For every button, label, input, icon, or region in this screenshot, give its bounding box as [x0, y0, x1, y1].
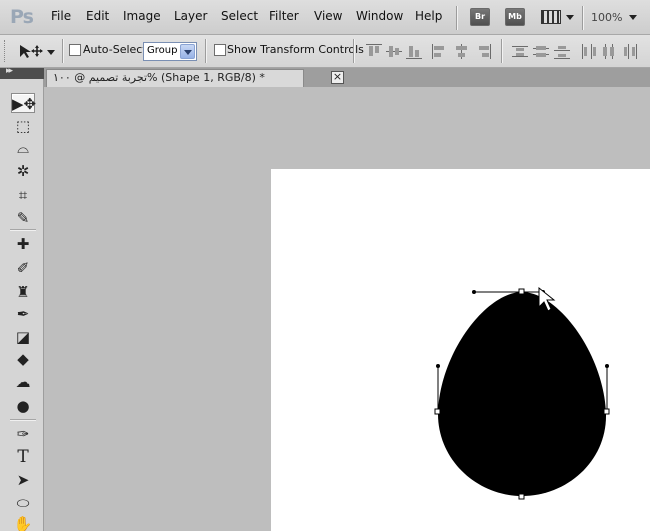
document-canvas[interactable]: [271, 169, 650, 531]
menu-window[interactable]: Window: [356, 9, 403, 23]
path-selection-tool-icon[interactable]: ➤: [11, 470, 35, 490]
paint-bucket-tool-icon[interactable]: ◆: [11, 349, 35, 369]
dodge-tool-icon[interactable]: ●: [11, 396, 35, 416]
tool-preset-picker[interactable]: [16, 41, 58, 61]
lasso-tool-icon[interactable]: ⌓: [11, 138, 35, 158]
align-vertical-centers-icon[interactable]: [386, 44, 402, 59]
eraser-tool-icon[interactable]: ◪: [11, 327, 35, 347]
auto-select-target-select[interactable]: Group: [143, 42, 197, 61]
distribute-top-icon[interactable]: [512, 44, 528, 59]
menu-layer[interactable]: Layer: [174, 9, 207, 23]
auto-select-target-value: Group: [147, 45, 178, 56]
distribute-right-icon[interactable]: [622, 44, 638, 59]
marquee-tool-icon[interactable]: ⬚: [11, 116, 35, 136]
move-tool-icon: [20, 45, 43, 58]
auto-select-label: Auto-Select:: [83, 43, 151, 56]
document-tab-bar: تجربة تصميم @ ١٠٠% (Shape 1, RGB/8) * ×: [44, 68, 650, 87]
align-top-icon[interactable]: [366, 44, 382, 59]
view-extras-dropdown-icon[interactable]: [566, 15, 574, 20]
zoom-level[interactable]: 100%: [591, 11, 622, 24]
blur-tool-icon[interactable]: ☁: [11, 372, 35, 392]
distribute-left-icon[interactable]: [580, 44, 596, 59]
distribute-bottom-icon[interactable]: [554, 44, 570, 59]
options-bar: Auto-Select: Group Show Transform Contro…: [0, 35, 650, 68]
options-separator: [205, 39, 206, 63]
tools-panel: ▸▸ ▶✥ ⬚ ⌓ ✲ ⌗ ✎ ✚ ✐ ♜ ✒ ◪ ◆ ☁ ● ✑ T ➤ ⬭ …: [0, 66, 44, 531]
menu-view[interactable]: View: [314, 9, 342, 23]
healing-brush-tool-icon[interactable]: ✚: [11, 234, 35, 254]
select-dropdown-icon[interactable]: [180, 44, 195, 59]
align-left-icon[interactable]: [432, 44, 448, 59]
brush-tool-icon[interactable]: ✐: [11, 258, 35, 278]
menu-bar: Ps File Edit Image Layer Select Filter V…: [0, 0, 650, 35]
crop-tool-icon[interactable]: ⌗: [11, 185, 35, 205]
menu-file[interactable]: File: [51, 9, 71, 23]
hand-tool-icon[interactable]: ✋: [11, 514, 35, 531]
pen-tool-icon[interactable]: ✑: [11, 424, 35, 444]
ellipse-tool-icon[interactable]: ⬭: [11, 493, 35, 513]
eyedropper-tool-icon[interactable]: ✎: [11, 208, 35, 228]
align-right-icon[interactable]: [476, 44, 492, 59]
move-tool-icon[interactable]: ▶✥: [11, 93, 36, 113]
options-separator: [353, 39, 354, 63]
options-separator: [62, 39, 63, 63]
auto-select-checkbox[interactable]: [69, 44, 81, 56]
photoshop-logo: Ps: [10, 6, 34, 28]
mini-bridge-button[interactable]: Mb: [505, 8, 525, 26]
menu-edit[interactable]: Edit: [86, 9, 109, 23]
collapse-panel-icon[interactable]: ▸▸: [6, 66, 13, 76]
menu-filter[interactable]: Filter: [269, 9, 299, 23]
options-separator: [501, 39, 502, 63]
show-transform-label: Show Transform Controls: [227, 43, 364, 56]
preset-dropdown-icon[interactable]: [47, 50, 55, 55]
menu-separator: [582, 6, 583, 30]
zoom-dropdown-icon[interactable]: [629, 15, 637, 20]
menu-separator: [456, 6, 457, 30]
menu-image[interactable]: Image: [123, 9, 161, 23]
close-document-icon[interactable]: ×: [331, 71, 344, 84]
align-horizontal-centers-icon[interactable]: [454, 44, 470, 59]
clone-stamp-tool-icon[interactable]: ♜: [11, 282, 35, 302]
view-extras-icon[interactable]: [541, 10, 561, 24]
distribute-horizontal-centers-icon[interactable]: [601, 44, 617, 59]
tools-separator: [10, 229, 36, 230]
options-grip: [4, 40, 7, 62]
history-brush-tool-icon[interactable]: ✒: [11, 304, 35, 324]
type-tool-icon[interactable]: T: [11, 447, 35, 467]
quick-selection-tool-icon[interactable]: ✲: [11, 161, 35, 181]
egg-shape: [438, 292, 607, 496]
document-tab-title: تجربة تصميم @ ١٠٠% (Shape 1, RGB/8) *: [53, 71, 265, 84]
distribute-vertical-centers-icon[interactable]: [533, 44, 549, 59]
show-transform-checkbox[interactable]: [214, 44, 226, 56]
tools-panel-header[interactable]: ▸▸: [0, 66, 44, 79]
workspace[interactable]: [44, 87, 650, 531]
menu-help[interactable]: Help: [415, 9, 442, 23]
document-tab[interactable]: تجربة تصميم @ ١٠٠% (Shape 1, RGB/8) *: [46, 69, 304, 87]
bridge-button[interactable]: Br: [470, 8, 490, 26]
menu-select[interactable]: Select: [221, 9, 258, 23]
tools-separator: [10, 419, 36, 420]
align-bottom-icon[interactable]: [406, 44, 422, 59]
shape-layer: [434, 286, 610, 500]
